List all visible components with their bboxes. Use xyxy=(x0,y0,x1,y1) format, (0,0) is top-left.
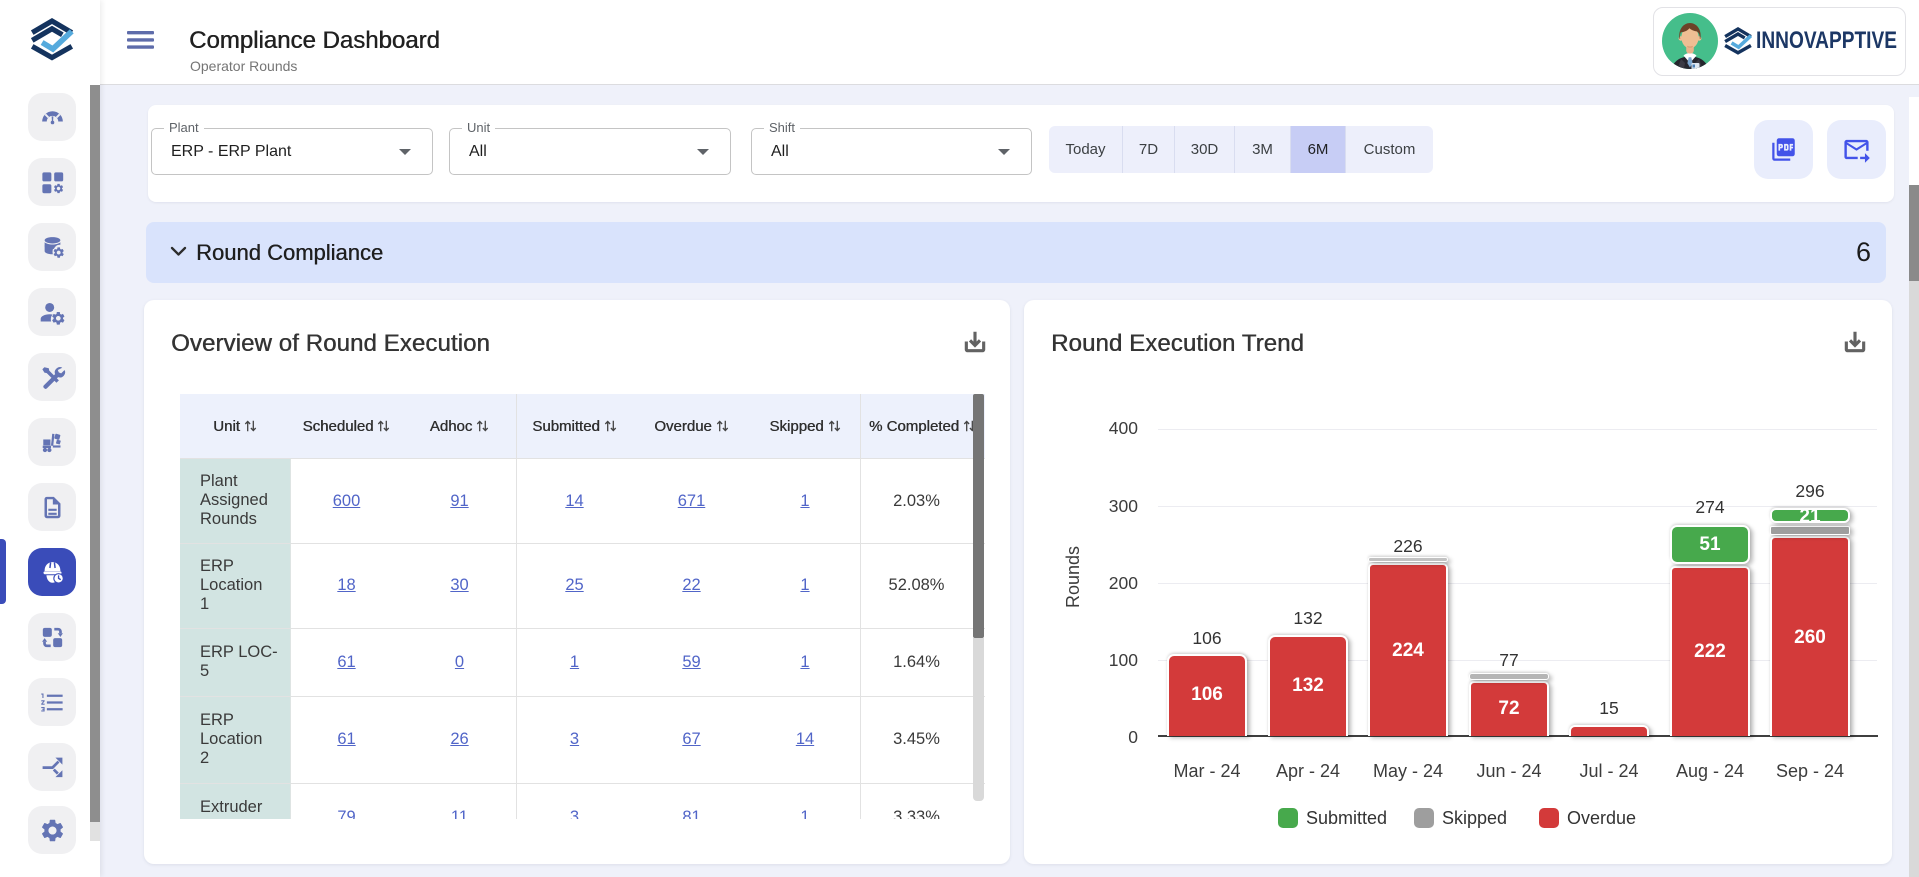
svg-text:INNOVAPPTIVE: INNOVAPPTIVE xyxy=(1756,30,1897,52)
